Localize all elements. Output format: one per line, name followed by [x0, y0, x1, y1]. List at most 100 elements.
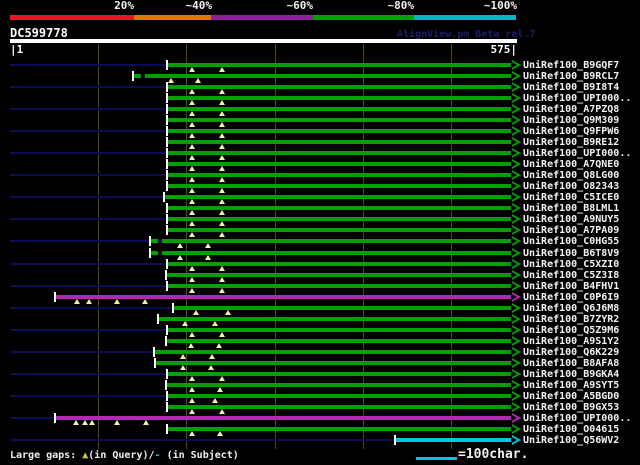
hit-label[interactable]: UniRef100_A9SYT5 [523, 380, 619, 391]
gaps-legend-text: Large gaps: [10, 450, 83, 461]
hit-arrowhead-inner [512, 272, 517, 278]
scale-legend-line [416, 457, 457, 460]
hit-label[interactable]: UniRef100_C5ICE0 [523, 192, 619, 203]
hit-bar[interactable] [134, 74, 141, 78]
hit-label[interactable]: UniRef100_Q9FPW6 [523, 126, 619, 137]
hit-label[interactable]: UniRef100_B9RE12 [523, 137, 619, 148]
hit-label[interactable]: UniRef100_Q9M309 [523, 115, 619, 126]
hit-arrowhead-inner [512, 349, 517, 355]
hit-bar[interactable] [165, 195, 511, 199]
query-gap-marker [219, 67, 225, 72]
query-gap-marker [219, 177, 225, 182]
hit-label[interactable]: UniRef100_UPI000.. [523, 93, 631, 104]
query-gap-marker [189, 210, 195, 215]
hit-label[interactable]: UniRef100_O82343 [523, 181, 619, 192]
query-gap-marker [219, 199, 225, 204]
hit-label[interactable]: UniRef100_Q8LG00 [523, 170, 619, 181]
hit-bar[interactable] [151, 239, 158, 243]
hit-label[interactable]: UniRef100_Q6J6M8 [523, 303, 619, 314]
hit-bar[interactable] [396, 438, 511, 442]
scale-segment-label: ~100% [483, 0, 517, 12]
hit-label[interactable]: UniRef100_O04615 [523, 424, 619, 435]
scale-segment [211, 15, 313, 20]
hit-label[interactable]: UniRef100_Q6K229 [523, 347, 619, 358]
hit-label[interactable]: UniRef100_C5Z3I8 [523, 270, 619, 281]
gaps-legend-mid: (in Query)/ [88, 450, 155, 461]
hit-arrowhead-inner [512, 73, 517, 79]
hit-label[interactable]: UniRef100_A9S1Y2 [523, 336, 619, 347]
hit-label[interactable]: UniRef100_A7PZQ8 [523, 104, 619, 115]
hit-bar[interactable] [162, 251, 511, 255]
hit-label[interactable]: UniRef100_Q56WV2 [523, 435, 619, 446]
query-gap-marker [217, 431, 223, 436]
query-gap-marker [168, 78, 174, 83]
hit-arrowhead-inner [512, 371, 517, 377]
hit-label[interactable]: UniRef100_C0HG55 [523, 236, 619, 247]
query-gap-marker [143, 420, 149, 425]
ruler-gridline [451, 44, 452, 449]
hit-arrowhead-inner [512, 261, 517, 267]
scale-segment [313, 15, 414, 20]
hit-label[interactable]: UniRef100_A9NUY5 [523, 214, 619, 225]
hit-arrowhead-inner [512, 183, 517, 189]
hit-arrowhead-inner [512, 117, 517, 123]
hit-bar[interactable] [56, 295, 511, 299]
scale-segment-label: ~80% [387, 0, 415, 12]
hit-label[interactable]: UniRef100_B4FHV1 [523, 281, 619, 292]
hit-arrowhead-inner [512, 95, 517, 101]
hit-bar[interactable] [162, 239, 511, 243]
ruler-bar [10, 39, 517, 43]
scale-legend-label: =100char. [458, 447, 529, 462]
hit-bar[interactable] [168, 394, 511, 398]
hit-arrowhead-inner [512, 139, 517, 145]
ruler-gridline [363, 44, 364, 449]
ruler-end-label: 575| [490, 43, 518, 56]
query-gap-marker [74, 299, 80, 304]
hit-label[interactable]: UniRef100_B9GQF7 [523, 60, 619, 71]
query-gap-marker [219, 122, 225, 127]
hit-label[interactable]: UniRef100_C5XZI0 [523, 259, 619, 270]
query-gap-marker [219, 409, 225, 414]
ruler-gridline [275, 44, 276, 449]
hit-label[interactable]: UniRef100_A7QNE0 [523, 159, 619, 170]
hit-label[interactable]: UniRef100_B9GX53 [523, 402, 619, 413]
query-gap-marker [189, 122, 195, 127]
query-gap-marker [189, 188, 195, 193]
hit-arrowhead-inner [512, 437, 517, 443]
hit-arrowhead-inner [512, 250, 517, 256]
hit-label[interactable]: UniRef100_B9I8T4 [523, 82, 619, 93]
query-gap-marker [180, 354, 186, 359]
hit-label[interactable]: UniRef100_B9GKA4 [523, 369, 619, 380]
query-gap-marker [219, 188, 225, 193]
hit-label[interactable]: UniRef100_Q5Z9M6 [523, 325, 619, 336]
hit-arrowhead-inner [512, 194, 517, 200]
hit-arrowhead-inner [512, 360, 517, 366]
query-gap-marker [114, 299, 120, 304]
query-gap-marker [189, 387, 195, 392]
hit-label[interactable]: UniRef100_A5BGD0 [523, 391, 619, 402]
hit-label[interactable]: UniRef100_B9RCL7 [523, 71, 619, 82]
hit-arrowhead-inner [512, 205, 517, 211]
query-gap-marker [209, 354, 215, 359]
hit-bar[interactable] [56, 416, 511, 420]
hit-arrowhead-inner [512, 415, 517, 421]
hit-label[interactable]: UniRef100_B8AFA8 [523, 358, 619, 369]
query-gap-marker [86, 299, 92, 304]
hit-label[interactable]: UniRef100_B7ZYR2 [523, 314, 619, 325]
hit-label[interactable]: UniRef100_C0P6I9 [523, 292, 619, 303]
query-gap-marker [189, 288, 195, 293]
hit-label[interactable]: UniRef100_A7PA09 [523, 225, 619, 236]
query-gap-marker [219, 155, 225, 160]
query-gap-marker [189, 166, 195, 171]
hit-label[interactable]: UniRef100_UPI000.. [523, 413, 631, 424]
ruler-gridline [186, 44, 187, 449]
scale-segment-label: ~40% [185, 0, 213, 12]
query-gap-marker [114, 420, 120, 425]
hit-label[interactable]: UniRef100_UPI000.. [523, 148, 631, 159]
hit-label[interactable]: UniRef100_B8LML1 [523, 203, 619, 214]
hit-label[interactable]: UniRef100_B6T8V9 [523, 248, 619, 259]
query-gap-marker [189, 177, 195, 182]
query-gap-marker [219, 221, 225, 226]
query-gap-marker [188, 343, 194, 348]
hit-bar[interactable] [151, 251, 158, 255]
